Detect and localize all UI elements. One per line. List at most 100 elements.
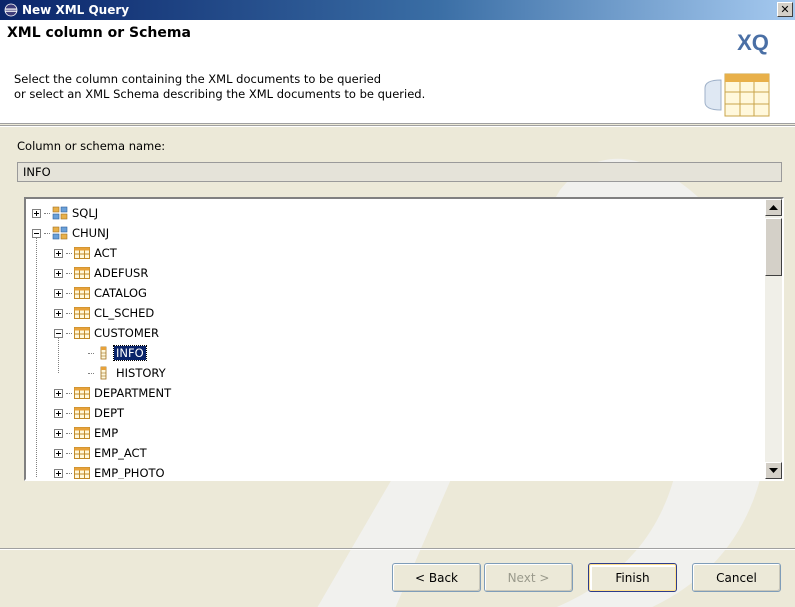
- tree-item[interactable]: EMP: [54, 423, 118, 443]
- arrow-down-icon: [769, 467, 778, 473]
- table-icon: [74, 306, 90, 320]
- xq-logo-icon: XQ: [691, 26, 781, 122]
- tree-connector: [88, 352, 94, 354]
- page-description: Select the column containing the XML doc…: [14, 72, 425, 102]
- finish-button[interactable]: Finish: [588, 563, 677, 592]
- tree-item[interactable]: ADEFUSR: [54, 263, 148, 283]
- tree-item[interactable]: SQLJ: [32, 203, 98, 223]
- expand-icon[interactable]: [54, 448, 63, 458]
- scroll-down-button[interactable]: [765, 462, 782, 479]
- tree-item-label: SQLJ: [72, 206, 99, 220]
- tree-item[interactable]: INFO: [76, 343, 147, 363]
- schema-tree[interactable]: SQLJ CHUNJ ACT ADEFUSR CATALOG CL_SCHED CUSTOM…: [24, 197, 784, 481]
- window-title: New XML Query: [22, 3, 130, 17]
- schema-icon: [52, 226, 68, 240]
- description-line-2: or select an XML Schema describing the X…: [14, 87, 426, 101]
- column-icon: [100, 346, 107, 360]
- tree-connector: [66, 252, 72, 254]
- expand-icon[interactable]: [54, 408, 63, 418]
- tree-item[interactable]: DEPARTMENT: [54, 383, 171, 403]
- scroll-thumb[interactable]: [765, 218, 782, 276]
- cancel-button[interactable]: Cancel: [692, 563, 781, 592]
- column-icon: [96, 346, 112, 360]
- table-icon: [74, 407, 90, 419]
- tree-item[interactable]: DEPT: [54, 403, 124, 423]
- next-button[interactable]: Next >: [484, 563, 573, 592]
- tree-connector: [66, 332, 72, 334]
- table-icon: [74, 467, 90, 479]
- tree-connector: [88, 372, 94, 374]
- table-icon: [74, 307, 90, 319]
- tree-item[interactable]: CL_SCHED: [54, 303, 154, 323]
- table-icon: [74, 447, 90, 459]
- tree-item-label: EMP_ACT: [94, 446, 147, 460]
- table-icon: [74, 246, 90, 260]
- table-icon: [74, 286, 90, 300]
- tree-item[interactable]: HISTORY: [76, 363, 166, 383]
- tree-item-label: CUSTOMER: [94, 326, 160, 340]
- tree-item[interactable]: CATALOG: [54, 283, 147, 303]
- tree-item[interactable]: ACT: [54, 243, 117, 263]
- collapse-icon[interactable]: [54, 328, 63, 338]
- logo-text: XQ: [737, 30, 769, 55]
- expand-icon[interactable]: [54, 468, 63, 478]
- table-icon: [74, 387, 90, 399]
- tree-item[interactable]: CUSTOMER: [54, 323, 159, 343]
- collapse-icon[interactable]: [32, 228, 41, 238]
- page-title: XML column or Schema: [7, 25, 191, 41]
- tree-connector: [66, 312, 72, 314]
- tree-connector: [66, 472, 72, 474]
- table-icon: [74, 267, 90, 279]
- schema-icon: [52, 226, 68, 240]
- tree-connector: [66, 392, 72, 394]
- tree-content: SQLJ CHUNJ ACT ADEFUSR CATALOG CL_SCHED CUSTOM…: [26, 199, 764, 479]
- tree-item-label: CHUNJ: [72, 226, 110, 240]
- tree-item-label: ACT: [94, 246, 117, 260]
- close-button[interactable]: ✕: [777, 2, 793, 17]
- tree-item-label: EMP_PHOTO: [94, 466, 165, 479]
- expand-icon[interactable]: [54, 288, 63, 298]
- description-line-1: Select the column containing the XML doc…: [14, 72, 382, 86]
- vertical-scrollbar[interactable]: [765, 199, 782, 479]
- arrow-up-icon: [769, 204, 778, 210]
- expand-icon[interactable]: [54, 248, 63, 258]
- table-icon: [74, 466, 90, 479]
- tree-connector: [66, 412, 72, 414]
- tree-connector: [44, 212, 50, 214]
- table-icon: [74, 406, 90, 420]
- table-icon: [74, 326, 90, 340]
- expand-icon[interactable]: [32, 208, 41, 218]
- tree-item[interactable]: EMP_PHOTO: [54, 463, 165, 479]
- expand-icon[interactable]: [54, 388, 63, 398]
- tree-item-label: EMP: [94, 426, 119, 440]
- table-icon: [74, 287, 90, 299]
- column-or-schema-field[interactable]: INFO: [17, 162, 782, 182]
- table-icon: [74, 446, 90, 460]
- table-icon: [74, 386, 90, 400]
- tree-connector: [66, 272, 72, 274]
- separator: [0, 125, 795, 127]
- wizard-banner: XML column or Schema Select the column c…: [0, 20, 795, 124]
- column-icon: [100, 366, 107, 380]
- tree-guide-line: [36, 237, 37, 477]
- table-icon: [74, 247, 90, 259]
- table-icon: [74, 266, 90, 280]
- title-bar[interactable]: New XML Query ✕: [0, 0, 795, 20]
- tree-item[interactable]: EMP_ACT: [54, 443, 147, 463]
- tree-item[interactable]: CHUNJ: [32, 223, 109, 243]
- table-icon: [74, 426, 90, 440]
- table-icon: [74, 427, 90, 439]
- tree-item-label: DEPT: [94, 406, 125, 420]
- scroll-up-button[interactable]: [765, 199, 782, 216]
- expand-icon[interactable]: [54, 268, 63, 278]
- schema-icon: [52, 206, 68, 220]
- tree-item-label: ADEFUSR: [94, 266, 149, 280]
- schema-icon: [52, 206, 68, 220]
- expand-icon[interactable]: [54, 428, 63, 438]
- back-button[interactable]: < Back: [392, 563, 481, 592]
- tree-connector: [66, 432, 72, 434]
- expand-icon[interactable]: [54, 308, 63, 318]
- new-xml-query-dialog: New XML Query ✕ XML column or Schema Sel…: [0, 0, 795, 607]
- close-icon: ✕: [780, 3, 790, 16]
- tree-connector: [66, 452, 72, 454]
